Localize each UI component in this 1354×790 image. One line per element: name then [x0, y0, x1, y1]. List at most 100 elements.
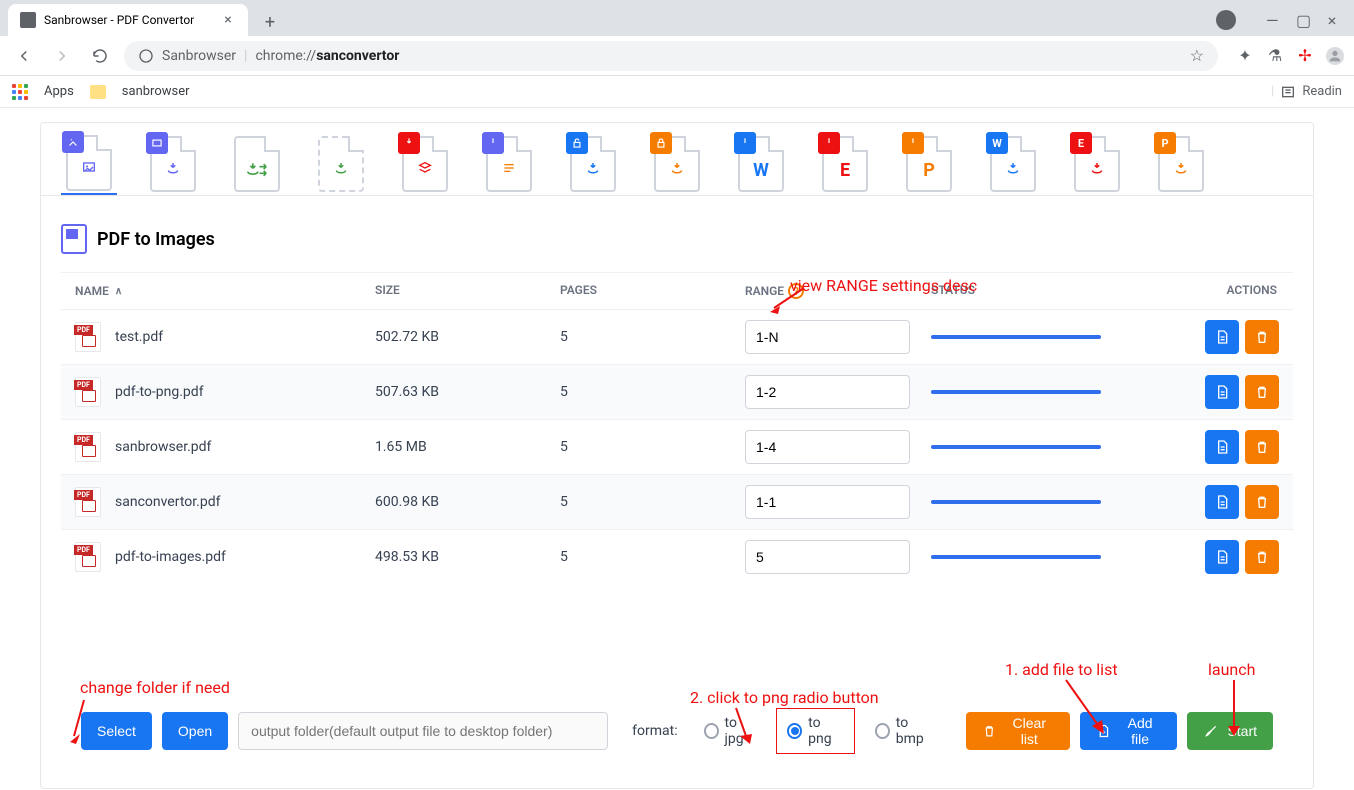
file-pages: 5: [560, 494, 745, 510]
delete-button[interactable]: [1245, 485, 1279, 519]
progress-bar: [931, 335, 1101, 339]
range-input[interactable]: [745, 430, 910, 464]
pdf-file-icon: [75, 377, 101, 407]
file-name: sanconvertor.pdf: [115, 494, 220, 510]
tab-images-to-pdf[interactable]: [145, 133, 201, 195]
maximize-button[interactable]: ▢: [1296, 11, 1308, 30]
file-size: 600.98 KB: [375, 494, 560, 510]
pdf-file-icon: [75, 322, 101, 352]
delete-button[interactable]: [1245, 430, 1279, 464]
section-title: PDF to Images: [97, 229, 215, 250]
table-row: pdf-to-images.pdf 498.53 KB 5: [61, 529, 1293, 584]
back-button[interactable]: [10, 42, 38, 70]
minimize-button[interactable]: —: [1266, 11, 1278, 30]
file-name: pdf-to-png.pdf: [115, 384, 204, 400]
extensions-icon[interactable]: ✦: [1236, 47, 1254, 65]
tab-ppt-to-pdf[interactable]: P: [1153, 133, 1209, 195]
browser-tab[interactable]: Sanbrowser - PDF Convertor ×: [8, 4, 248, 36]
window-controls: — ▢ ×: [1200, 4, 1354, 36]
col-size[interactable]: SIZE: [375, 283, 400, 297]
tab-pdf-to-ppt[interactable]: P: [901, 133, 957, 195]
tab-split-pdf[interactable]: [229, 133, 285, 195]
new-tab-button[interactable]: +: [256, 8, 284, 36]
file-name: sanbrowser.pdf: [115, 439, 211, 455]
radio-bmp[interactable]: to bmp: [865, 709, 946, 753]
radio-png[interactable]: to png: [776, 708, 855, 754]
file-size: 1.65 MB: [375, 439, 560, 455]
bookmark-sanbrowser[interactable]: sanbrowser: [122, 84, 190, 99]
omnibox[interactable]: Sanbrowser | chrome://sanconvertor ☆: [124, 41, 1218, 71]
col-status: STATUS: [931, 283, 975, 297]
tab-excel-to-pdf[interactable]: E: [1069, 133, 1125, 195]
delete-button[interactable]: [1245, 540, 1279, 574]
delete-button[interactable]: [1245, 375, 1279, 409]
tab-pdf-to-text[interactable]: [481, 133, 537, 195]
tab-lock-pdf[interactable]: [649, 133, 705, 195]
tab-pdf-to-images[interactable]: [61, 133, 117, 195]
select-folder-button[interactable]: Select: [81, 712, 152, 750]
tab-extract-pdf[interactable]: [313, 133, 369, 195]
file-name: test.pdf: [115, 329, 163, 345]
table-row: pdf-to-png.pdf 507.63 KB 5: [61, 364, 1293, 419]
bookmarks-bar: Apps sanbrowser | Readin: [0, 76, 1354, 108]
view-button[interactable]: [1205, 375, 1239, 409]
ext-pinwheel-icon[interactable]: ✢: [1296, 47, 1314, 65]
output-folder-input[interactable]: [238, 712, 608, 750]
file-size: 498.53 KB: [375, 549, 560, 565]
file-size: 507.63 KB: [375, 384, 560, 400]
progress-bar: [931, 555, 1101, 559]
radio-jpg[interactable]: to jpg: [694, 709, 767, 753]
apps-icon[interactable]: [12, 84, 28, 100]
file-pages: 5: [560, 329, 745, 345]
file-size: 502.72 KB: [375, 329, 560, 345]
tab-title: Sanbrowser - PDF Convertor: [44, 13, 194, 27]
reading-list-icon: [1280, 84, 1296, 100]
toolbar: Sanbrowser | chrome://sanconvertor ☆ ✦ ⚗…: [0, 36, 1354, 76]
tab-pdf-to-excel[interactable]: E: [817, 133, 873, 195]
range-input[interactable]: [745, 320, 910, 354]
range-input[interactable]: [745, 375, 910, 409]
sort-asc-icon: ∧: [115, 286, 122, 297]
col-pages[interactable]: PAGES: [560, 283, 597, 297]
add-file-button[interactable]: Add file: [1080, 712, 1177, 750]
range-help-icon[interactable]: ?: [788, 283, 804, 299]
reading-list-label[interactable]: Readin: [1302, 84, 1342, 99]
profile-avatar[interactable]: [1326, 47, 1344, 65]
pdf-file-icon: [75, 542, 101, 572]
tab-unlock-pdf[interactable]: [565, 133, 621, 195]
file-pages: 5: [560, 439, 745, 455]
progress-bar: [931, 445, 1101, 449]
file-pages: 5: [560, 384, 745, 400]
view-button[interactable]: [1205, 485, 1239, 519]
view-button[interactable]: [1205, 320, 1239, 354]
file-name: pdf-to-images.pdf: [115, 549, 226, 565]
ext-flask-icon[interactable]: ⚗: [1266, 47, 1284, 65]
tab-close-icon[interactable]: ×: [220, 12, 236, 28]
table-row: sanconvertor.pdf 600.98 KB 5: [61, 474, 1293, 529]
start-button[interactable]: Start: [1187, 712, 1273, 750]
tab-merge-pdf[interactable]: [397, 133, 453, 195]
col-range[interactable]: RANGE: [745, 284, 784, 298]
col-actions: ACTIONS: [1226, 283, 1277, 297]
extension-icons: ✦ ⚗ ✢: [1236, 47, 1344, 65]
forward-button[interactable]: [48, 42, 76, 70]
omnibox-prefix: Sanbrowser: [162, 48, 236, 64]
pdf-file-icon: [75, 432, 101, 462]
view-button[interactable]: [1205, 430, 1239, 464]
range-input[interactable]: [745, 485, 910, 519]
open-folder-button[interactable]: Open: [162, 712, 228, 750]
range-input[interactable]: [745, 540, 910, 574]
tab-pdf-to-word[interactable]: W: [733, 133, 789, 195]
apps-label[interactable]: Apps: [44, 84, 74, 99]
pdf-file-icon: [75, 487, 101, 517]
reload-button[interactable]: [86, 42, 114, 70]
view-button[interactable]: [1205, 540, 1239, 574]
format-label: format:: [632, 723, 677, 739]
star-icon[interactable]: ☆: [1190, 46, 1204, 65]
close-window-button[interactable]: ×: [1326, 11, 1338, 30]
bookmark-folder-icon: [90, 85, 106, 99]
tab-word-to-pdf[interactable]: W: [985, 133, 1041, 195]
clear-list-button[interactable]: Clear list: [966, 712, 1070, 750]
delete-button[interactable]: [1245, 320, 1279, 354]
col-name[interactable]: NAME: [75, 284, 109, 298]
